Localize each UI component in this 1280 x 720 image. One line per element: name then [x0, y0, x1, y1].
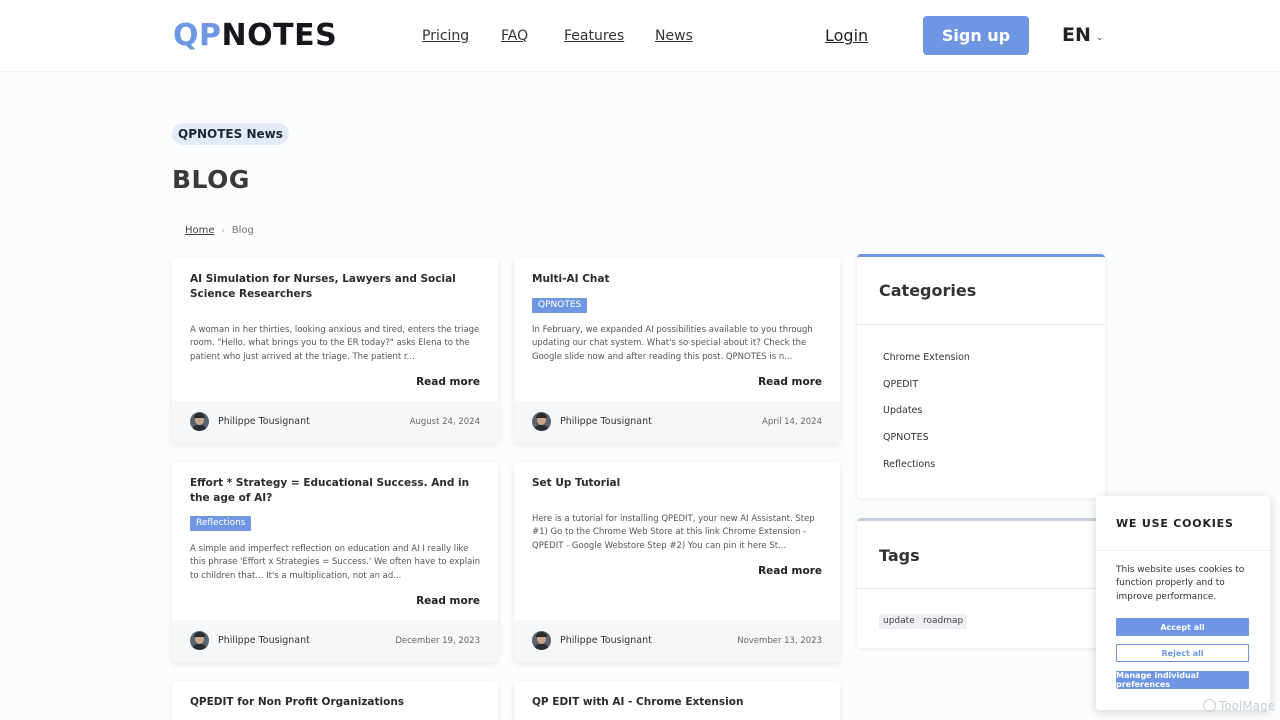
- post-card[interactable]: Multi-AI Chat QPNOTES In February, we ex…: [514, 258, 840, 443]
- tags-panel: Tags update roadmap: [857, 518, 1105, 648]
- reject-all-button[interactable]: Reject all: [1116, 644, 1249, 662]
- chevron-down-icon: ⌄: [1096, 33, 1104, 43]
- post-date: December 19, 2023: [395, 636, 480, 646]
- post-footer: Philippe Tousignant November 13, 2023: [514, 620, 840, 662]
- nav-news[interactable]: News: [655, 27, 693, 45]
- breadcrumb-separator-icon: ›: [221, 226, 225, 235]
- avatar: [190, 412, 209, 431]
- avatar: [190, 631, 209, 650]
- cookie-consent-panel: WE USE COOKIES This website uses cookies…: [1096, 496, 1270, 710]
- watermark: ToolMage: [1203, 698, 1275, 714]
- category-qpedit[interactable]: QPEDIT: [883, 378, 918, 391]
- tag-update[interactable]: update: [879, 614, 919, 629]
- post-date: August 24, 2024: [409, 417, 480, 427]
- post-title[interactable]: QP EDIT with AI - Chrome Extension: [532, 695, 824, 710]
- avatar: [532, 631, 551, 650]
- post-card[interactable]: QPEDIT for Non Profit Organizations: [172, 681, 498, 720]
- site-logo[interactable]: QPNOTES: [173, 18, 337, 54]
- page-title: BLOG: [172, 165, 250, 194]
- post-card[interactable]: AI Simulation for Nurses, Lawyers and So…: [172, 258, 498, 443]
- logo-notes: NOTES: [221, 18, 338, 53]
- category-chrome-extension[interactable]: Chrome Extension: [883, 351, 970, 364]
- accept-all-button[interactable]: Accept all: [1116, 618, 1249, 636]
- post-author: Philippe Tousignant: [218, 635, 310, 646]
- read-more-link[interactable]: Read more: [758, 375, 822, 389]
- categories-title: Categories: [879, 281, 977, 300]
- language-selector[interactable]: EN ⌄: [1062, 24, 1104, 46]
- watermark-icon: [1203, 699, 1216, 712]
- nav-faq[interactable]: FAQ: [501, 27, 528, 45]
- post-title[interactable]: AI Simulation for Nurses, Lawyers and So…: [190, 272, 482, 302]
- divider: [857, 324, 1105, 325]
- post-excerpt: Here is a tutorial for installing QPEDIT…: [532, 514, 815, 551]
- category-updates[interactable]: Updates: [883, 404, 922, 417]
- post-title[interactable]: Set Up Tutorial: [532, 476, 824, 491]
- cookie-title: WE USE COOKIES: [1116, 517, 1234, 530]
- post-footer: Philippe Tousignant August 24, 2024: [172, 401, 498, 443]
- post-author: Philippe Tousignant: [218, 416, 310, 427]
- categories-panel: Categories Chrome Extension QPEDIT Updat…: [857, 254, 1105, 498]
- category-reflections[interactable]: Reflections: [883, 458, 935, 471]
- post-title[interactable]: QPEDIT for Non Profit Organizations: [190, 695, 482, 710]
- post-card[interactable]: Effort * Strategy = Educational Success.…: [172, 462, 498, 662]
- avatar: [532, 412, 551, 431]
- tags-title: Tags: [879, 546, 920, 565]
- divider: [857, 588, 1105, 589]
- post-card[interactable]: Set Up Tutorial Here is a tutorial for i…: [514, 462, 840, 662]
- read-more-link[interactable]: Read more: [416, 375, 480, 389]
- logo-qp: QP: [173, 18, 222, 53]
- post-excerpt: A woman in her thirties, looking anxious…: [190, 325, 480, 362]
- post-date: November 13, 2023: [737, 636, 822, 646]
- post-author: Philippe Tousignant: [560, 635, 652, 646]
- read-more-link[interactable]: Read more: [416, 594, 480, 608]
- post-excerpt: A simple and imperfect reflection on edu…: [190, 544, 481, 581]
- tag-roadmap[interactable]: roadmap: [919, 614, 968, 629]
- post-footer: Philippe Tousignant December 19, 2023: [172, 620, 498, 662]
- watermark-text: ToolMage: [1219, 699, 1276, 713]
- post-title[interactable]: Multi-AI Chat: [532, 272, 824, 287]
- cookie-text: This website uses cookies to function pr…: [1116, 565, 1245, 602]
- read-more-link[interactable]: Read more: [758, 564, 822, 578]
- nav-pricing[interactable]: Pricing: [422, 27, 469, 45]
- breadcrumb-current: Blog: [231, 225, 254, 236]
- post-date: April 14, 2024: [762, 417, 822, 427]
- post-tag[interactable]: QPNOTES: [532, 298, 588, 313]
- post-title[interactable]: Effort * Strategy = Educational Success.…: [190, 476, 482, 506]
- post-footer: Philippe Tousignant April 14, 2024: [514, 401, 840, 443]
- divider: [1096, 550, 1270, 551]
- post-tag[interactable]: Reflections: [190, 516, 252, 531]
- site-header: QPNOTES Pricing FAQ Features News Login …: [0, 0, 1280, 72]
- signup-button[interactable]: Sign up: [923, 16, 1029, 55]
- news-pill: QPNOTES News: [172, 123, 289, 145]
- nav-features[interactable]: Features: [564, 27, 624, 45]
- post-card[interactable]: QP EDIT with AI - Chrome Extension: [514, 681, 840, 720]
- manage-preferences-button[interactable]: Manage individual preferences: [1116, 671, 1249, 689]
- breadcrumb: Home › Blog: [185, 224, 254, 237]
- post-author: Philippe Tousignant: [560, 416, 652, 427]
- category-qpnotes[interactable]: QPNOTES: [883, 431, 929, 444]
- language-label: EN: [1062, 24, 1091, 46]
- breadcrumb-home[interactable]: Home: [185, 225, 215, 236]
- login-link[interactable]: Login: [825, 26, 868, 46]
- post-excerpt: In February, we expanded AI possibilitie…: [532, 325, 813, 362]
